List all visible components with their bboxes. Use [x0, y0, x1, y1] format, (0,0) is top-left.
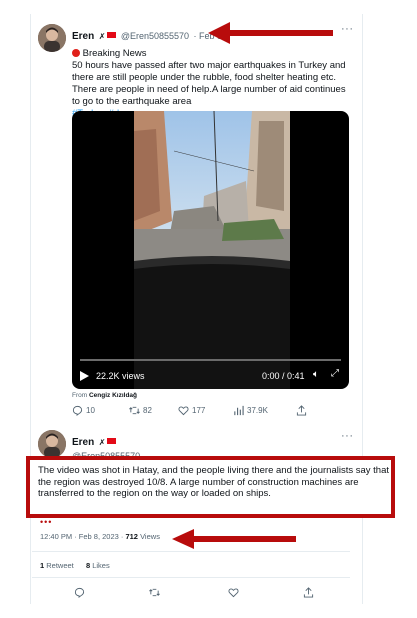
analytics-icon [234, 405, 244, 416]
more-options-icon[interactable]: ··· [341, 430, 354, 442]
volume-icon[interactable]: 🔈︎ [313, 369, 319, 380]
likes-link[interactable]: 8 Likes [86, 561, 110, 570]
dots-remnant: ••• [40, 517, 53, 527]
pin-icon: ✗ [98, 32, 106, 41]
author-name[interactable]: Eren [72, 437, 94, 448]
share-button[interactable] [296, 405, 307, 416]
retweet-icon [129, 406, 140, 415]
retweet-button[interactable]: 82 [129, 405, 152, 416]
likes-label: Likes [90, 561, 110, 570]
tweet2-actions [32, 587, 350, 601]
annotation-arrow-bottom [172, 529, 296, 549]
retweets-link[interactable]: 1 Retweet [40, 561, 74, 570]
like-button[interactable]: 177 [178, 405, 205, 416]
heart-icon [178, 406, 189, 416]
red-circle-icon [72, 49, 80, 57]
progress-track[interactable] [80, 359, 341, 361]
video-time: 0:00 / 0:41 [262, 371, 305, 381]
video-controls: 22.2K views 0:00 / 0:41 🔈︎ ⤢ [72, 359, 349, 389]
share-icon [296, 405, 307, 416]
tweet-actions: 10 82 177 37.9K [72, 405, 312, 419]
author-handle[interactable]: @Eren50855570 [121, 31, 189, 41]
video-source: From Cengiz Kızıldağ [72, 392, 137, 399]
video-frame [134, 111, 290, 389]
more-options-icon[interactable]: ··· [341, 23, 354, 35]
engagement-stats: 1 Retweet 8 Likes [40, 561, 110, 570]
highlight-box: The video was shot in Hatay, and the peo… [26, 456, 395, 518]
source-name[interactable]: Cengiz Kızıldağ [89, 392, 137, 399]
like-count: 177 [192, 406, 206, 415]
avatar[interactable] [38, 430, 66, 458]
from-label: From [72, 392, 88, 399]
retweet-label: Retweet [44, 561, 74, 570]
reply-button[interactable]: 10 [72, 405, 95, 416]
tweet-body: Breaking News 50 hours have passed after… [72, 48, 347, 120]
turkey-flag-icon [107, 437, 117, 444]
turkey-flag-icon [107, 31, 117, 38]
tweet-header: Eren ✗ @Eren50855570 · Feb 8 [72, 26, 222, 44]
play-icon[interactable] [80, 371, 89, 381]
pin-icon: ✗ [98, 438, 106, 447]
annotation-arrow-top [208, 22, 333, 44]
share-icon[interactable] [303, 587, 314, 598]
view-count: 22.2K views [96, 371, 145, 381]
heart-icon[interactable] [228, 587, 239, 598]
author-name[interactable]: Eren [72, 31, 94, 42]
tweet-meta: 12:40 PM · Feb 8, 2023 · 712 Views [40, 532, 160, 541]
fullscreen-icon[interactable]: ⤢ [331, 368, 339, 379]
video-player[interactable]: 22.2K views 0:00 / 0:41 🔈︎ ⤢ [72, 111, 349, 389]
reply-icon[interactable] [74, 587, 85, 598]
retweet-icon[interactable] [149, 587, 160, 598]
divider [32, 551, 350, 552]
tweet-text: 50 hours have passed after two major ear… [72, 60, 346, 107]
views-label: Views [137, 532, 160, 541]
reply-icon [72, 405, 83, 416]
breaking-news-line: Breaking News [72, 48, 347, 60]
views-button[interactable]: 37.9K [233, 405, 268, 416]
views-number: 712 [125, 532, 138, 541]
views-count: 37.9K [247, 406, 268, 415]
divider [32, 577, 350, 578]
retweet-count: 82 [143, 406, 152, 415]
avatar[interactable] [38, 24, 66, 52]
reply-count: 10 [86, 406, 95, 415]
breaking-news-label: Breaking News [82, 48, 147, 59]
tweet2-text: The video was shot in Hatay, and the peo… [38, 465, 390, 499]
timestamp[interactable]: 12:40 PM · Feb 8, 2023 · [40, 532, 125, 541]
